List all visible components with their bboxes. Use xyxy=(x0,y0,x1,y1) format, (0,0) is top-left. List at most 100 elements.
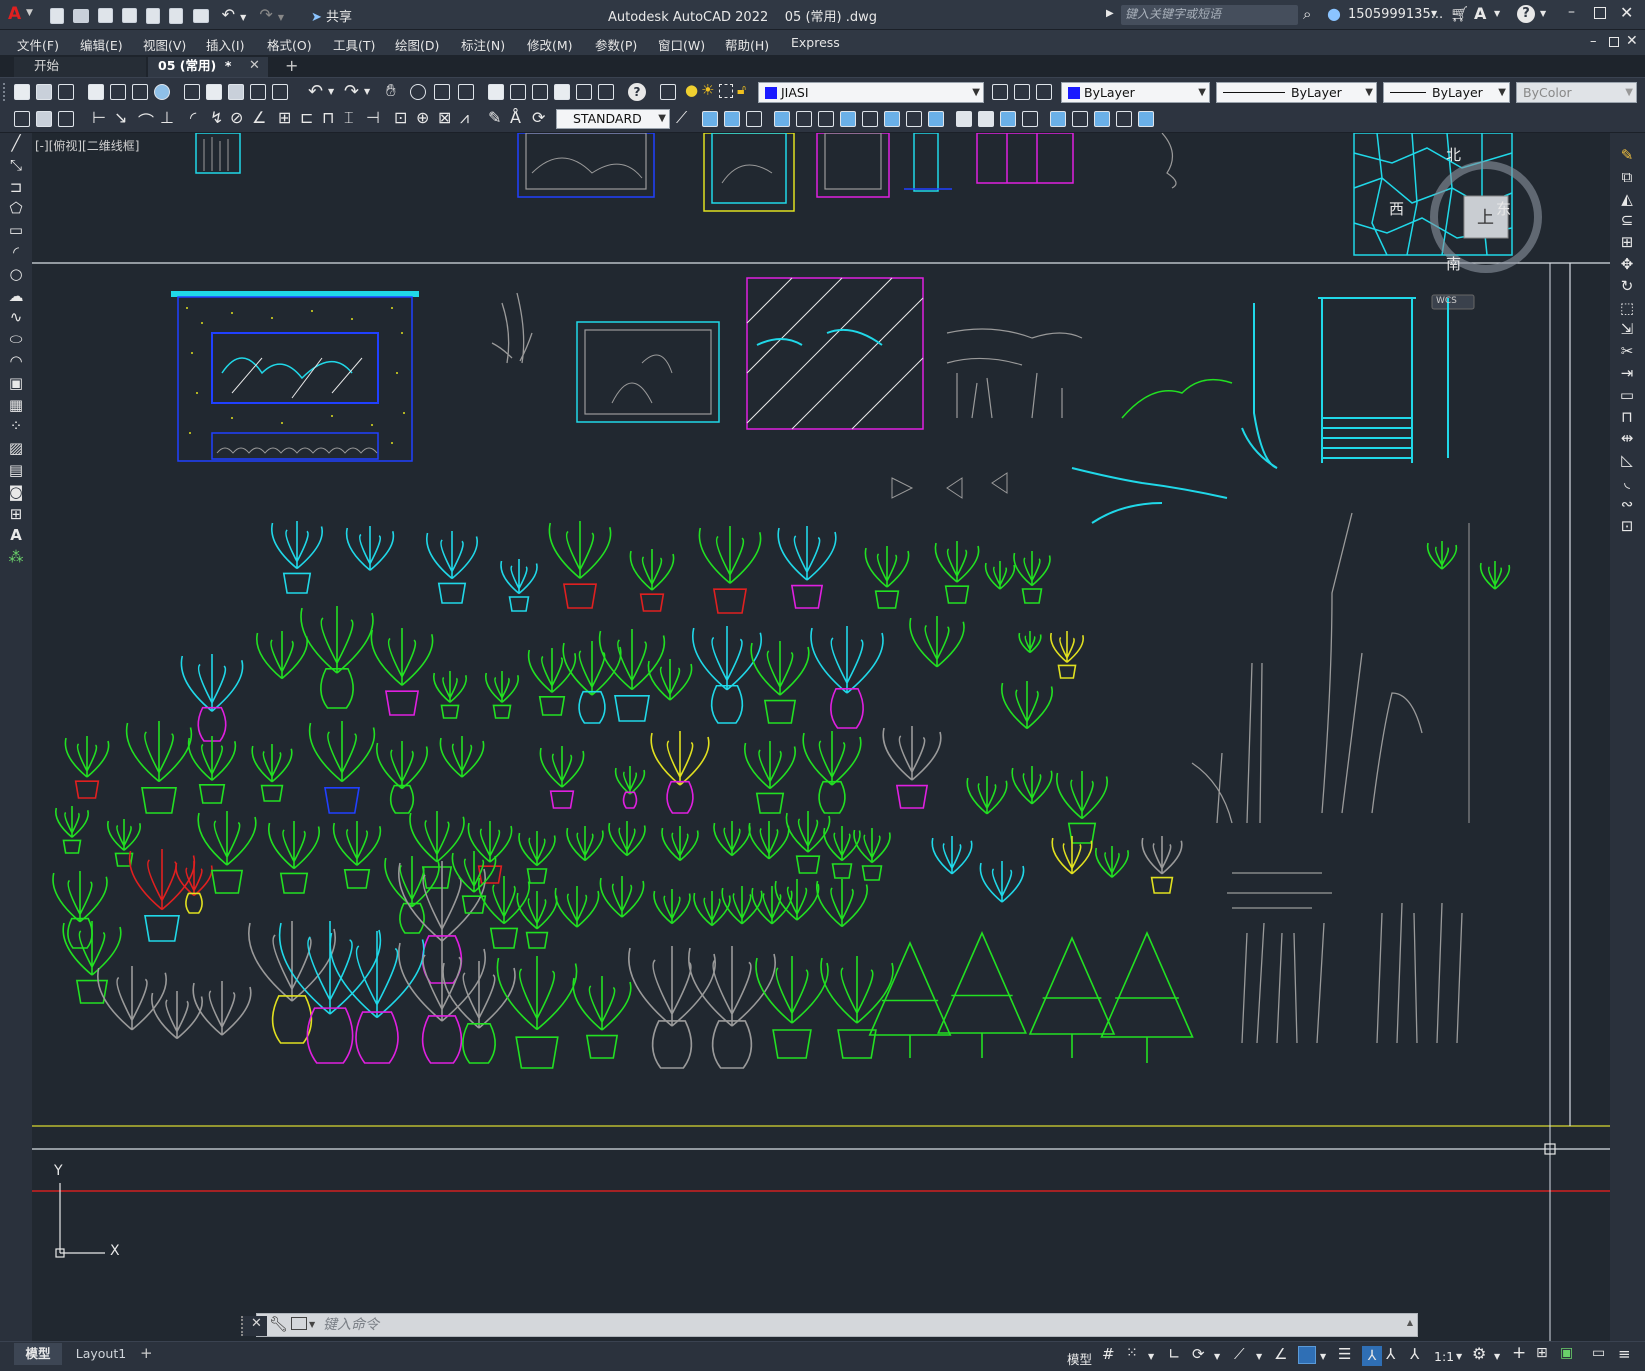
plot-toolbar-icon[interactable] xyxy=(88,84,104,100)
isodraft-icon[interactable]: ⟋ xyxy=(1234,1345,1245,1363)
plant-block[interactable] xyxy=(984,561,1016,590)
autocad-logo-icon[interactable]: A xyxy=(8,4,21,24)
save-as-icon[interactable] xyxy=(122,8,138,23)
menu-parametric[interactable]: 参数(P) xyxy=(595,35,637,54)
stretch-icon[interactable] xyxy=(884,111,900,127)
user-icon[interactable]: ● xyxy=(1327,4,1341,23)
plant-block[interactable] xyxy=(554,886,600,928)
stretch-side-icon[interactable]: ⇲ xyxy=(1619,319,1635,341)
radius-icon[interactable]: ◜ xyxy=(190,108,196,127)
plant-block[interactable] xyxy=(692,626,762,724)
rectangle-tool-icon[interactable]: ▭ xyxy=(8,220,24,242)
menu-help[interactable]: 帮助(H) xyxy=(725,35,769,54)
mtext-tool-icon[interactable]: A xyxy=(8,525,24,547)
undo-icon[interactable]: ↶ xyxy=(222,5,235,24)
copy-side-icon[interactable]: ⧉ xyxy=(1619,167,1635,189)
plant-block[interactable] xyxy=(934,541,980,604)
toolbar-grip[interactable] xyxy=(3,83,6,101)
mirror-icon[interactable] xyxy=(746,111,762,127)
menu-draw[interactable]: 绘图(D) xyxy=(395,35,439,54)
join-side-icon[interactable]: ⇹ xyxy=(1619,428,1635,450)
plant-block[interactable] xyxy=(650,731,710,814)
menu-view[interactable]: 视图(V) xyxy=(143,35,186,54)
bring-front-icon[interactable] xyxy=(36,111,52,127)
paste-icon[interactable] xyxy=(228,84,244,100)
plant-block[interactable] xyxy=(55,806,89,854)
lineweight-dropdown[interactable]: ByLayer ▼ xyxy=(1383,82,1510,103)
copy-object-icon[interactable] xyxy=(724,111,740,127)
plant-block[interactable] xyxy=(1018,631,1042,654)
plant-block[interactable] xyxy=(628,946,716,1069)
ellipse-tool-icon[interactable]: ⬭ xyxy=(8,329,24,351)
annotation-scale[interactable]: 1:1 xyxy=(1434,1349,1454,1364)
save-icon[interactable] xyxy=(98,8,114,23)
user-chevron-icon[interactable]: ▼ xyxy=(1431,9,1437,18)
auto-scale-icon[interactable]: ⅄ xyxy=(1386,1345,1395,1363)
expand-search-icon[interactable]: ▶ xyxy=(1106,8,1114,19)
workspace-gear-icon[interactable]: ⚙︎ xyxy=(1472,1344,1486,1363)
ellipse-arc-tool-icon[interactable]: ◠ xyxy=(8,351,24,373)
drawing-canvas[interactable]: [-][俯视][二维线框] 北 南 东 西 上 WCS Y X ✕ 🔧︎ ▼ 键… xyxy=(32,133,1610,1341)
plant-block[interactable] xyxy=(500,559,538,612)
jogged-icon[interactable]: ↯ xyxy=(210,108,223,127)
linetype-dropdown[interactable]: ByLayer ▼ xyxy=(1216,82,1377,103)
dim-space-icon[interactable]: ⌶ xyxy=(344,108,354,128)
plant-block[interactable] xyxy=(755,956,829,1059)
plant-block[interactable] xyxy=(909,616,965,668)
text-front-icon[interactable] xyxy=(58,111,74,127)
plant-block[interactable] xyxy=(1051,836,1093,875)
layer-properties-icon[interactable] xyxy=(660,84,676,100)
plant-block[interactable] xyxy=(1028,936,1116,1058)
plant-block[interactable] xyxy=(496,956,578,1069)
plant-block[interactable] xyxy=(1426,541,1458,570)
help-icon[interactable]: ? xyxy=(1517,5,1535,23)
compass-east[interactable]: 东 xyxy=(1496,198,1511,219)
draw-order-icon[interactable] xyxy=(14,111,30,127)
plant-block[interactable] xyxy=(698,526,762,614)
match-properties-icon[interactable] xyxy=(250,84,266,100)
continue-icon[interactable]: ⊓ xyxy=(322,108,334,127)
arc-length-icon[interactable]: ⌒ xyxy=(138,108,154,132)
insert-block-tool-icon[interactable]: ▣ xyxy=(8,373,24,395)
plant-block[interactable] xyxy=(197,811,257,894)
menu-express[interactable]: Express xyxy=(791,35,840,50)
plant-block[interactable] xyxy=(785,811,831,874)
plant-block[interactable] xyxy=(864,546,910,609)
share-button[interactable]: ➤ 共享 xyxy=(311,6,352,25)
offset-side-icon[interactable]: ⊆ xyxy=(1619,210,1635,232)
break-point-side-icon[interactable]: ▭ xyxy=(1619,385,1635,407)
pan-icon[interactable]: ✋︎ xyxy=(386,81,396,101)
point-tool-icon[interactable]: ⁘ xyxy=(8,416,24,438)
plant-block[interactable] xyxy=(187,736,237,804)
plant-block[interactable] xyxy=(125,721,193,814)
dim-update-icon[interactable]: ⟳ xyxy=(532,108,545,127)
plant-block[interactable] xyxy=(256,631,308,680)
new-file-icon[interactable] xyxy=(50,7,64,24)
open-icon[interactable] xyxy=(36,84,52,100)
search-icon[interactable]: ⌕ xyxy=(1303,5,1311,23)
layer-previous-icon[interactable] xyxy=(1014,84,1030,100)
explode-side-icon[interactable]: ⊡ xyxy=(1619,516,1635,538)
chamfer-icon[interactable] xyxy=(1000,111,1016,127)
plant-block[interactable] xyxy=(128,849,196,942)
calculator-icon[interactable] xyxy=(598,84,614,100)
units-icon[interactable]: ⊞ xyxy=(1536,1345,1548,1361)
revcloud-tool-icon[interactable]: ☁︎ xyxy=(8,286,24,308)
plant-block[interactable] xyxy=(629,549,675,612)
plant-block[interactable] xyxy=(175,861,213,914)
otrack-icon[interactable]: ∠ xyxy=(1274,1345,1287,1363)
plant-block[interactable] xyxy=(608,821,646,857)
trim-side-icon[interactable]: ✂︎ xyxy=(1619,341,1635,363)
wcs-menu[interactable]: WCS xyxy=(1436,296,1457,306)
clean-screen-icon[interactable]: ▭ xyxy=(1592,1345,1605,1361)
web-mobile-icon[interactable] xyxy=(146,7,161,24)
plant-block[interactable] xyxy=(816,879,868,928)
plant-block[interactable] xyxy=(1100,931,1194,1063)
blend-side-icon[interactable]: ∾ xyxy=(1619,494,1635,516)
make-current-layer-icon[interactable] xyxy=(992,84,1008,100)
annotation-scale-icon[interactable]: ⅄ xyxy=(1410,1345,1419,1363)
plant-block[interactable] xyxy=(931,836,973,875)
dim-text-edit-icon[interactable]: Å xyxy=(510,108,521,127)
plant-block[interactable] xyxy=(251,744,293,802)
customization-icon[interactable]: ≡ xyxy=(1618,1345,1631,1363)
